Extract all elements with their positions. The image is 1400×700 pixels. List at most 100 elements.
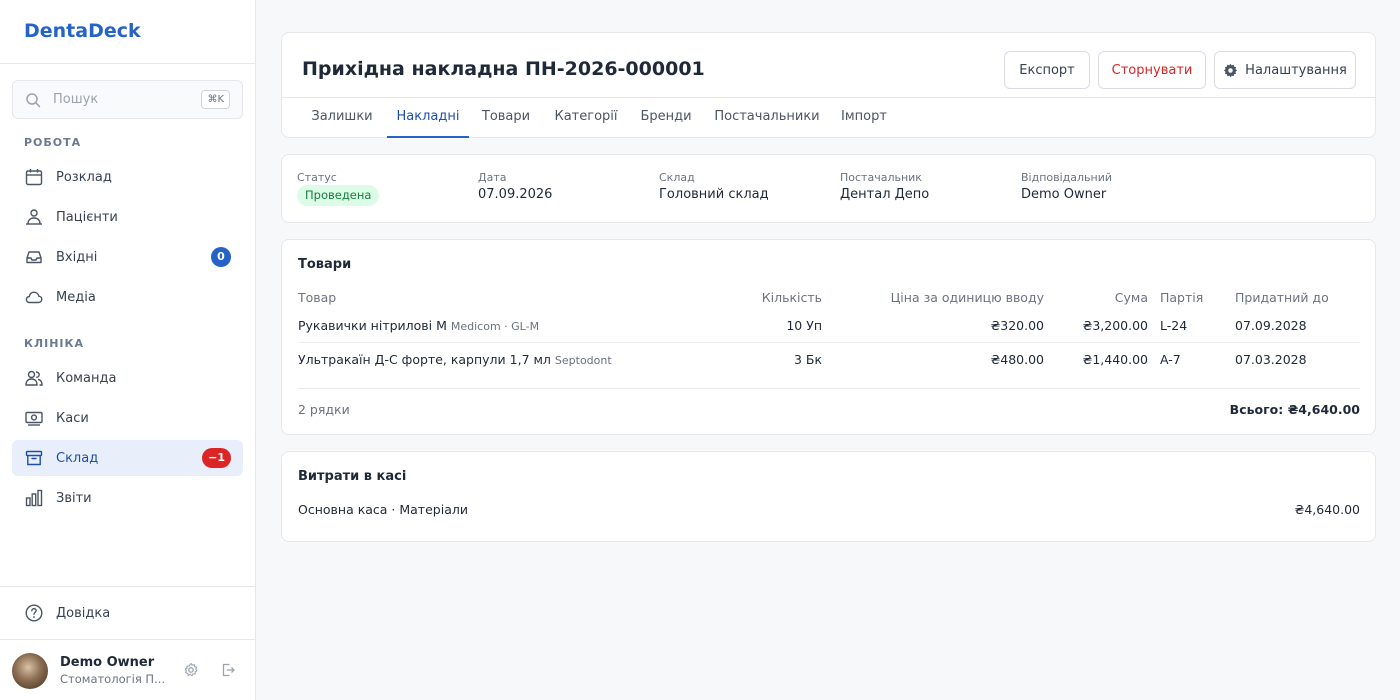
user-settings-icon[interactable] xyxy=(183,662,199,678)
warehouse-label: Склад xyxy=(659,171,695,184)
date-label: Дата xyxy=(478,171,507,184)
expiry-cell: 07.03.2028 xyxy=(1235,352,1307,367)
sidebar-footer-divider xyxy=(0,586,255,587)
section-label-work: РОБОТА xyxy=(24,136,82,149)
expense-amount: ₴4,640.00 xyxy=(1294,502,1360,517)
expense-line: Основна каса · Матеріали xyxy=(298,502,468,517)
tab-bar: Залишки Накладні Товари Категорії Бренди… xyxy=(282,97,1375,138)
tab-products[interactable]: Товари xyxy=(475,98,537,138)
sum-cell: ₴1,440.00 xyxy=(1082,352,1148,367)
tab-invoices[interactable]: Накладні xyxy=(387,98,469,138)
sidebar-item-label: Склад xyxy=(56,450,99,466)
reverse-button[interactable]: Сторнувати xyxy=(1098,51,1206,89)
sidebar-item-label: Вхідні xyxy=(56,249,98,265)
sidebar-item-label: Розклад xyxy=(56,169,112,185)
user-name: Demo Owner xyxy=(60,655,155,670)
tab-categories[interactable]: Категорії xyxy=(547,98,625,138)
batch-cell: L-24 xyxy=(1160,318,1188,333)
row-divider xyxy=(298,342,1360,343)
unit-price-cell: ₴320.00 xyxy=(990,318,1044,333)
column-header-batch[interactable]: Партія xyxy=(1160,290,1203,305)
product-meta: Septodont xyxy=(554,354,612,367)
help-icon xyxy=(25,604,43,622)
app-logo[interactable]: DentaDeck xyxy=(0,0,255,64)
export-button[interactable]: Експорт xyxy=(1004,51,1090,89)
quantity-cell: 10 Уп xyxy=(786,318,822,333)
supplier-value: Дентал Депо xyxy=(840,187,930,202)
inbox-icon xyxy=(26,251,42,264)
sidebar-item-label: Команда xyxy=(56,370,117,386)
cloud-icon xyxy=(25,291,43,304)
column-header-sum[interactable]: Сума xyxy=(1068,290,1148,305)
unit-price-cell: ₴480.00 xyxy=(990,352,1044,367)
tab-import[interactable]: Імпорт xyxy=(835,98,893,138)
product-name-cell: Ультракаїн Д-С форте, карпули 1,7 мл Sep… xyxy=(298,352,612,367)
search-shortcut: ⌘K xyxy=(201,90,230,109)
cash-icon xyxy=(25,411,43,426)
sidebar-item-inbox[interactable]: Вхідні 0 xyxy=(12,239,243,275)
expiry-cell: 07.09.2028 xyxy=(1235,318,1307,333)
page-title: Прихідна накладна ПН-2026-000001 xyxy=(302,58,705,80)
column-header-quantity[interactable]: Кількість xyxy=(722,290,822,305)
grand-total: Всього: ₴4,640.00 xyxy=(1229,402,1360,417)
items-card: Товари Товар Кількість Ціна за одиницю в… xyxy=(281,239,1376,435)
warehouse-alert-badge: −1 xyxy=(202,448,231,468)
tab-brands[interactable]: Бренди xyxy=(634,98,698,138)
tab-stock[interactable]: Залишки xyxy=(302,98,382,138)
search-icon xyxy=(26,93,41,108)
column-header-product[interactable]: Товар xyxy=(298,290,336,305)
header-card: Прихідна накладна ПН-2026-000001 Експорт… xyxy=(281,32,1376,138)
sidebar: DentaDeck Пошук ⌘K РОБОТА Розклад Пацієн… xyxy=(0,0,256,700)
product-meta: Medicom · GL-M xyxy=(450,320,540,333)
section-label-clinic: КЛІНІКА xyxy=(24,337,85,350)
sidebar-item-team[interactable]: Команда xyxy=(12,360,243,396)
sidebar-item-media[interactable]: Медіа xyxy=(12,279,243,315)
product-name-cell: Рукавички нітрилові M Medicom · GL-M xyxy=(298,318,539,333)
items-title: Товари xyxy=(298,257,352,272)
sidebar-item-label: Пацієнти xyxy=(56,209,118,225)
column-header-expiry[interactable]: Придатний до xyxy=(1235,290,1329,305)
sum-cell: ₴3,200.00 xyxy=(1082,318,1148,333)
team-icon xyxy=(25,370,43,386)
cash-expenses-card: Витрати в касі Основна каса · Матеріали … xyxy=(281,451,1376,542)
gear-icon xyxy=(1224,63,1238,77)
inbox-count-badge: 0 xyxy=(211,247,231,267)
user-organization: Стоматологія П... xyxy=(60,672,166,686)
status-label: Статус xyxy=(297,171,337,184)
sidebar-item-cash[interactable]: Каси xyxy=(12,400,243,436)
invoice-info-card: Статус Проведена Дата 07.09.2026 Склад Г… xyxy=(281,154,1376,223)
warehouse-value: Головний склад xyxy=(659,187,769,202)
sidebar-item-warehouse[interactable]: Склад −1 xyxy=(12,440,243,476)
quantity-cell: 3 Бк xyxy=(793,352,822,367)
sidebar-item-reports[interactable]: Звіти xyxy=(12,480,243,516)
settings-button[interactable]: Налаштування xyxy=(1214,51,1356,89)
column-header-unit-price[interactable]: Ціна за одиницю вводу xyxy=(842,290,1044,305)
sidebar-item-help[interactable]: Довідка xyxy=(12,595,243,631)
responsible-value: Demo Owner xyxy=(1021,187,1107,202)
avatar[interactable] xyxy=(12,653,48,689)
sidebar-item-schedule[interactable]: Розклад xyxy=(12,159,243,195)
chart-icon xyxy=(25,489,43,507)
settings-button-label: Налаштування xyxy=(1245,62,1347,78)
sidebar-item-label: Звіти xyxy=(56,490,92,506)
product-name: Рукавички нітрилові M xyxy=(298,318,447,333)
logout-icon[interactable] xyxy=(220,662,236,678)
table-footer-divider xyxy=(298,388,1360,389)
sidebar-item-label: Медіа xyxy=(56,289,96,305)
supplier-label: Постачальник xyxy=(840,171,922,184)
patients-icon xyxy=(26,209,42,225)
tab-suppliers[interactable]: Постачальники xyxy=(709,98,825,138)
user-block: Demo Owner Стоматологія П... xyxy=(0,639,255,700)
responsible-label: Відповідальний xyxy=(1021,171,1113,184)
sidebar-item-label: Довідка xyxy=(56,605,111,621)
product-name: Ультракаїн Д-С форте, карпули 1,7 мл xyxy=(298,352,551,367)
row-count: 2 рядки xyxy=(298,402,350,417)
calendar-icon xyxy=(25,169,43,186)
sidebar-item-label: Каси xyxy=(56,410,89,426)
sidebar-item-patients[interactable]: Пацієнти xyxy=(12,199,243,235)
archive-icon xyxy=(25,450,43,466)
expenses-title: Витрати в касі xyxy=(298,469,407,484)
search-input[interactable]: Пошук ⌘K xyxy=(12,80,243,119)
status-badge: Проведена xyxy=(297,185,380,206)
search-placeholder: Пошук xyxy=(53,92,99,107)
